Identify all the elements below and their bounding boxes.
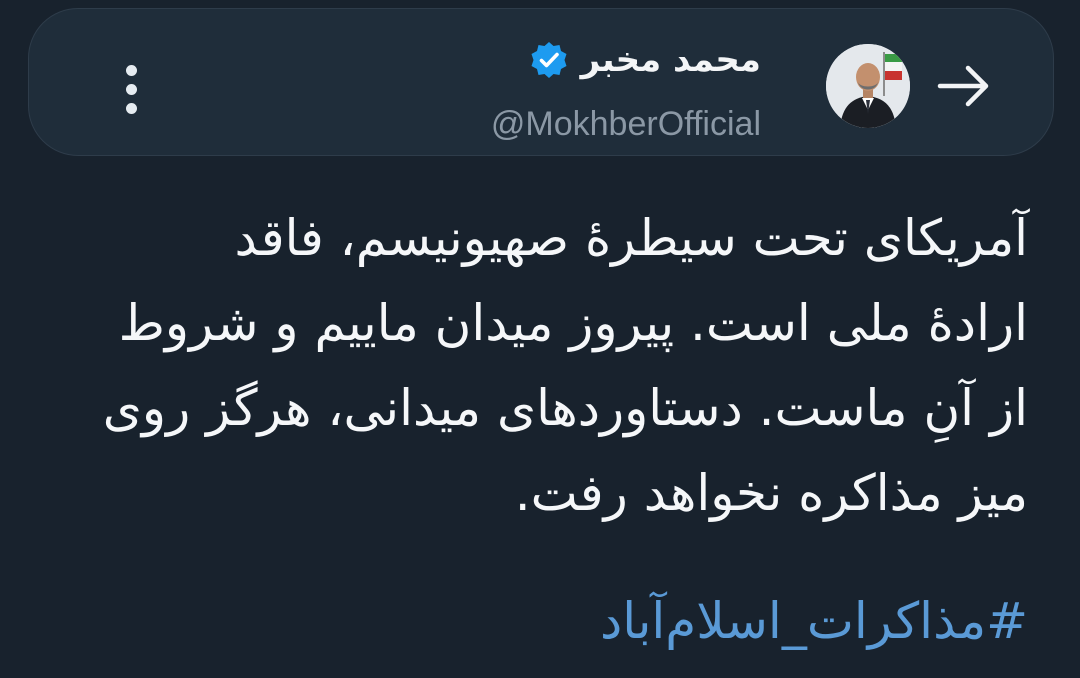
verified-badge-icon xyxy=(531,42,567,78)
hashtag-link[interactable]: #مذاکرات_اسلام‌آباد xyxy=(600,586,1028,656)
name-row: محمد مخبر xyxy=(529,35,761,85)
tweet-line: ارادهٔ ملی است. پیروز میدان ماییم و شروط xyxy=(118,294,1028,352)
tweet-text: آمریکای تحت سیطرهٔ صهیونیسم، فاقد ارادهٔ… xyxy=(38,196,1028,536)
more-vertical-icon xyxy=(126,65,137,76)
tweet-line: میز مذاکره نخواهد رفت. xyxy=(514,464,1028,522)
profile-photo-icon xyxy=(826,44,910,128)
tweet-line: آمریکای تحت سیطرهٔ صهیونیسم، فاقد xyxy=(234,209,1028,267)
avatar[interactable] xyxy=(826,44,910,128)
more-vertical-icon-dot xyxy=(126,84,137,95)
arrow-right-icon xyxy=(937,65,989,107)
more-vertical-icon-dot xyxy=(126,103,137,114)
more-options-button[interactable] xyxy=(121,65,141,117)
tweet-line: از آنِ ماست. دستاوردهای میدانی، هرگز روی xyxy=(102,379,1028,437)
display-name[interactable]: محمد مخبر xyxy=(581,40,761,80)
back-button[interactable] xyxy=(934,56,994,116)
user-handle[interactable]: @MokhberOfficial xyxy=(491,105,761,144)
